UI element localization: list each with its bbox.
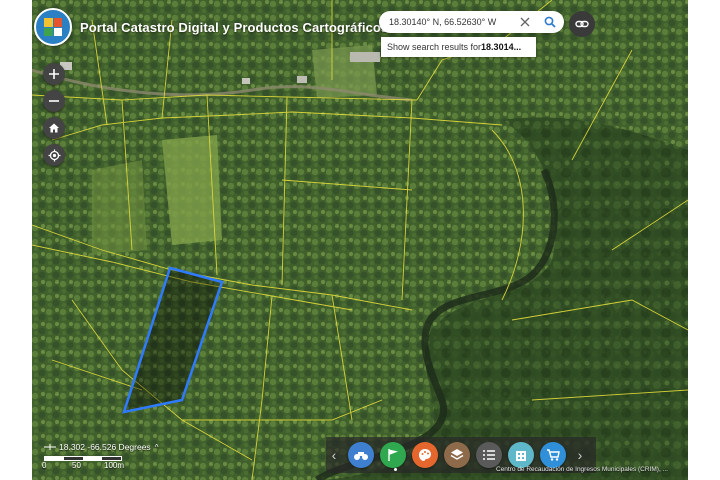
suggestion-query: 18.3014...: [481, 42, 522, 52]
basemap-tool-button[interactable]: [412, 442, 438, 468]
link-icon: [575, 20, 589, 28]
store-tool-button[interactable]: [540, 442, 566, 468]
scale-label: 100m: [104, 461, 125, 470]
search-icon[interactable]: [542, 14, 558, 30]
home-icon: [49, 123, 59, 133]
search-suggestion[interactable]: Show search results for 18.3014...: [381, 37, 536, 57]
crosshair-icon: [48, 149, 60, 161]
zoom-in-button[interactable]: [43, 63, 65, 85]
coordinate-icon: [44, 444, 56, 450]
identify-tool-button[interactable]: [348, 442, 374, 468]
cart-icon: [547, 449, 560, 461]
building-icon: [516, 451, 526, 461]
clear-icon[interactable]: [518, 15, 532, 29]
dock-prev-button[interactable]: ‹: [326, 447, 342, 463]
map-attribution: Centro de Recaudación de Ingresos Munici…: [496, 466, 668, 473]
suggestion-prefix: Show search results for: [387, 42, 482, 52]
active-tool-indicator: [394, 468, 397, 471]
minus-icon: [49, 100, 59, 102]
home-button[interactable]: [43, 117, 65, 139]
coordinate-readout[interactable]: 18.302 -66.526 Degrees ^: [44, 442, 158, 452]
list-icon: [483, 450, 495, 460]
zoom-out-button[interactable]: [43, 90, 65, 112]
app-title: Portal Catastro Digital y Productos Cart…: [80, 19, 389, 35]
share-link-button[interactable]: [569, 11, 595, 37]
expand-coords-icon[interactable]: ^: [155, 443, 159, 452]
satellite-imagery[interactable]: [32, 0, 688, 480]
property-tool-button[interactable]: [508, 442, 534, 468]
map-view[interactable]: [32, 0, 688, 480]
scale-label: 0: [42, 461, 47, 470]
search-box: [379, 11, 564, 33]
app-header: Portal Catastro Digital y Productos Cart…: [34, 8, 388, 46]
flag-icon: [388, 449, 398, 461]
layers-tool-button[interactable]: [444, 442, 470, 468]
layers-icon: [450, 449, 464, 460]
dock-next-button[interactable]: ›: [572, 447, 588, 463]
coordinate-text: 18.302 -66.526 Degrees: [59, 442, 151, 452]
crim-logo: [34, 8, 72, 46]
search-input[interactable]: [389, 17, 519, 27]
plus-icon: [49, 69, 59, 79]
legend-tool-button[interactable]: [476, 442, 502, 468]
bookmark-tool-button[interactable]: [380, 442, 406, 468]
binoculars-icon: [354, 452, 368, 460]
locate-button[interactable]: [43, 144, 65, 166]
scale-label: 50: [72, 461, 81, 470]
palette-icon: [419, 449, 431, 461]
